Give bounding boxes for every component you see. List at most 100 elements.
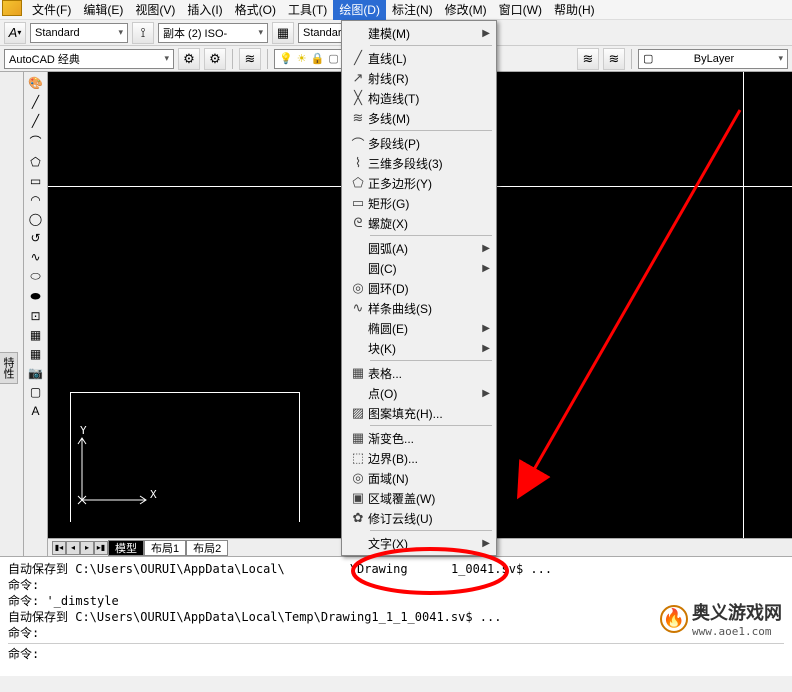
tab-layout2[interactable]: 布局2: [186, 540, 228, 556]
hatch-icon[interactable]: ▦: [30, 328, 41, 342]
gradient-icon[interactable]: ▦: [30, 347, 41, 361]
line-icon[interactable]: ╱: [32, 95, 39, 109]
cmd-line: 命令:: [8, 577, 784, 593]
revcloud-icon[interactable]: ↺: [30, 231, 40, 245]
menu-item[interactable]: ╳构造线(T): [342, 88, 496, 108]
menu-icon: ◎: [348, 280, 368, 296]
textstyle-icon[interactable]: A▾: [4, 22, 26, 44]
text-tool-icon[interactable]: A: [31, 404, 39, 418]
textstyle-combo[interactable]: Standard▾: [30, 23, 128, 43]
menu-item[interactable]: ▦渐变色...: [342, 428, 496, 448]
command-window[interactable]: 自动保存到 C:\Users\OURUI\AppData\Local\ \Dra…: [0, 556, 792, 676]
menu-icon: ╱: [348, 50, 368, 66]
menu-item[interactable]: 建模(M)▶: [342, 23, 496, 43]
menu-item[interactable]: ⬠正多边形(Y): [342, 173, 496, 193]
menu-window[interactable]: 窗口(W): [493, 0, 548, 20]
circle-icon[interactable]: ◯: [29, 212, 42, 226]
menu-label: 块(K): [368, 340, 482, 357]
menu-label: 圆(C): [368, 260, 482, 277]
menu-label: 文字(X): [368, 535, 482, 552]
menu-item[interactable]: 点(O)▶: [342, 383, 496, 403]
submenu-arrow-icon: ▶: [482, 388, 490, 399]
menu-item[interactable]: ▦表格...: [342, 363, 496, 383]
menu-item[interactable]: 椭圆(E)▶: [342, 318, 496, 338]
menu-icon: ▦: [348, 430, 368, 446]
submenu-arrow-icon: ▶: [482, 323, 490, 334]
menu-view[interactable]: 视图(V): [129, 0, 181, 20]
menu-label: 直线(L): [368, 50, 490, 67]
table-tool-icon[interactable]: ▢: [30, 385, 41, 399]
tab-next-icon[interactable]: ▸: [80, 541, 94, 555]
layers1-icon[interactable]: ≋: [239, 48, 261, 70]
tab-first-icon[interactable]: ▮◂: [52, 541, 66, 555]
menu-label: 三维多段线(3): [368, 155, 490, 172]
layerstate-icon[interactable]: ≋: [577, 48, 599, 70]
menu-item[interactable]: ≋多线(M): [342, 108, 496, 128]
polyline-icon[interactable]: ⌒: [29, 133, 41, 150]
polygon-icon[interactable]: ⬠: [30, 155, 40, 169]
linetype-combo[interactable]: ▢ByLayer▾: [638, 49, 788, 69]
props-icon[interactable]: 🎨: [28, 76, 43, 90]
menu-insert[interactable]: 插入(I): [181, 0, 228, 20]
props-label[interactable]: 特性: [0, 352, 18, 384]
spline-icon[interactable]: ∿: [30, 250, 40, 264]
constr-line-icon[interactable]: ╱: [32, 114, 39, 128]
left-sidebar: 特性: [0, 72, 24, 556]
menu-item[interactable]: 块(K)▶: [342, 338, 496, 358]
menu-item[interactable]: ▭矩形(G): [342, 193, 496, 213]
menu-edit[interactable]: 编辑(E): [77, 0, 129, 20]
menu-label: 边界(B)...: [368, 450, 490, 467]
menu-item[interactable]: 圆(C)▶: [342, 258, 496, 278]
menu-icon: ≋: [348, 110, 368, 126]
dimstyle-icon[interactable]: ⟟: [132, 22, 154, 44]
menu-item[interactable]: ∿样条曲线(S): [342, 298, 496, 318]
region-icon[interactable]: 📷: [28, 366, 43, 380]
tab-last-icon[interactable]: ▸▮: [94, 541, 108, 555]
workspace-combo[interactable]: AutoCAD 经典▾: [4, 49, 174, 69]
menu-item[interactable]: ✿修订云线(U): [342, 508, 496, 528]
tab-model[interactable]: 模型: [108, 540, 144, 556]
menu-tools[interactable]: 工具(T): [282, 0, 333, 20]
arc-icon[interactable]: ◠: [30, 193, 40, 207]
tab-prev-icon[interactable]: ◂: [66, 541, 80, 555]
draw-toolbar: 🎨 ╱ ╱ ⌒ ⬠ ▭ ◠ ◯ ↺ ∿ ⬭ ⬬ ⊡ ▦ ▦ 📷 ▢ A: [24, 72, 48, 556]
menu-label: 区域覆盖(W): [368, 490, 490, 507]
menu-item[interactable]: 圆弧(A)▶: [342, 238, 496, 258]
menu-item[interactable]: ⬚边界(B)...: [342, 448, 496, 468]
menu-icon: ▦: [348, 365, 368, 381]
menu-dim[interactable]: 标注(N): [386, 0, 439, 20]
menu-item[interactable]: ⌒多段线(P): [342, 133, 496, 153]
menu-label: 正多边形(Y): [368, 175, 490, 192]
menu-item[interactable]: ↗射线(R): [342, 68, 496, 88]
submenu-arrow-icon: ▶: [482, 28, 490, 39]
ws-gear-icon[interactable]: ⚙: [204, 48, 226, 70]
menu-item[interactable]: ╱直线(L): [342, 48, 496, 68]
tablestyle-icon[interactable]: ▦: [272, 22, 294, 44]
menu-modify[interactable]: 修改(M): [439, 0, 493, 20]
menu-item[interactable]: ◎面域(N): [342, 468, 496, 488]
menu-icon: ᘓ: [348, 215, 368, 231]
menu-file[interactable]: 文件(F): [26, 0, 77, 20]
menu-item[interactable]: ▨图案填充(H)...: [342, 403, 496, 423]
tab-layout1[interactable]: 布局1: [144, 540, 186, 556]
menu-item[interactable]: ▣区域覆盖(W): [342, 488, 496, 508]
ws-settings-icon[interactable]: ⚙: [178, 48, 200, 70]
menu-item[interactable]: ◎圆环(D): [342, 278, 496, 298]
menu-format[interactable]: 格式(O): [229, 0, 282, 20]
menu-help[interactable]: 帮助(H): [548, 0, 601, 20]
menu-item[interactable]: ⌇三维多段线(3): [342, 153, 496, 173]
menu-label: 渐变色...: [368, 430, 490, 447]
menu-item[interactable]: 文字(X)▶: [342, 533, 496, 553]
rect-icon[interactable]: ▭: [30, 174, 41, 188]
menu-draw[interactable]: 绘图(D): [333, 0, 386, 20]
menu-label: 点(O): [368, 385, 482, 402]
menu-label: 修订云线(U): [368, 510, 490, 527]
layermgr-icon[interactable]: ≋: [603, 48, 625, 70]
ellipse-arc-icon[interactable]: ⬬: [30, 289, 40, 304]
dimstyle-combo[interactable]: 副本 (2) ISO-▾: [158, 23, 268, 43]
menu-icon: ▣: [348, 490, 368, 506]
menu-icon: ∿: [348, 300, 368, 316]
ellipse-icon[interactable]: ⬭: [30, 269, 40, 284]
block-icon[interactable]: ⊡: [30, 309, 40, 323]
menu-item[interactable]: ᘓ螺旋(X): [342, 213, 496, 233]
